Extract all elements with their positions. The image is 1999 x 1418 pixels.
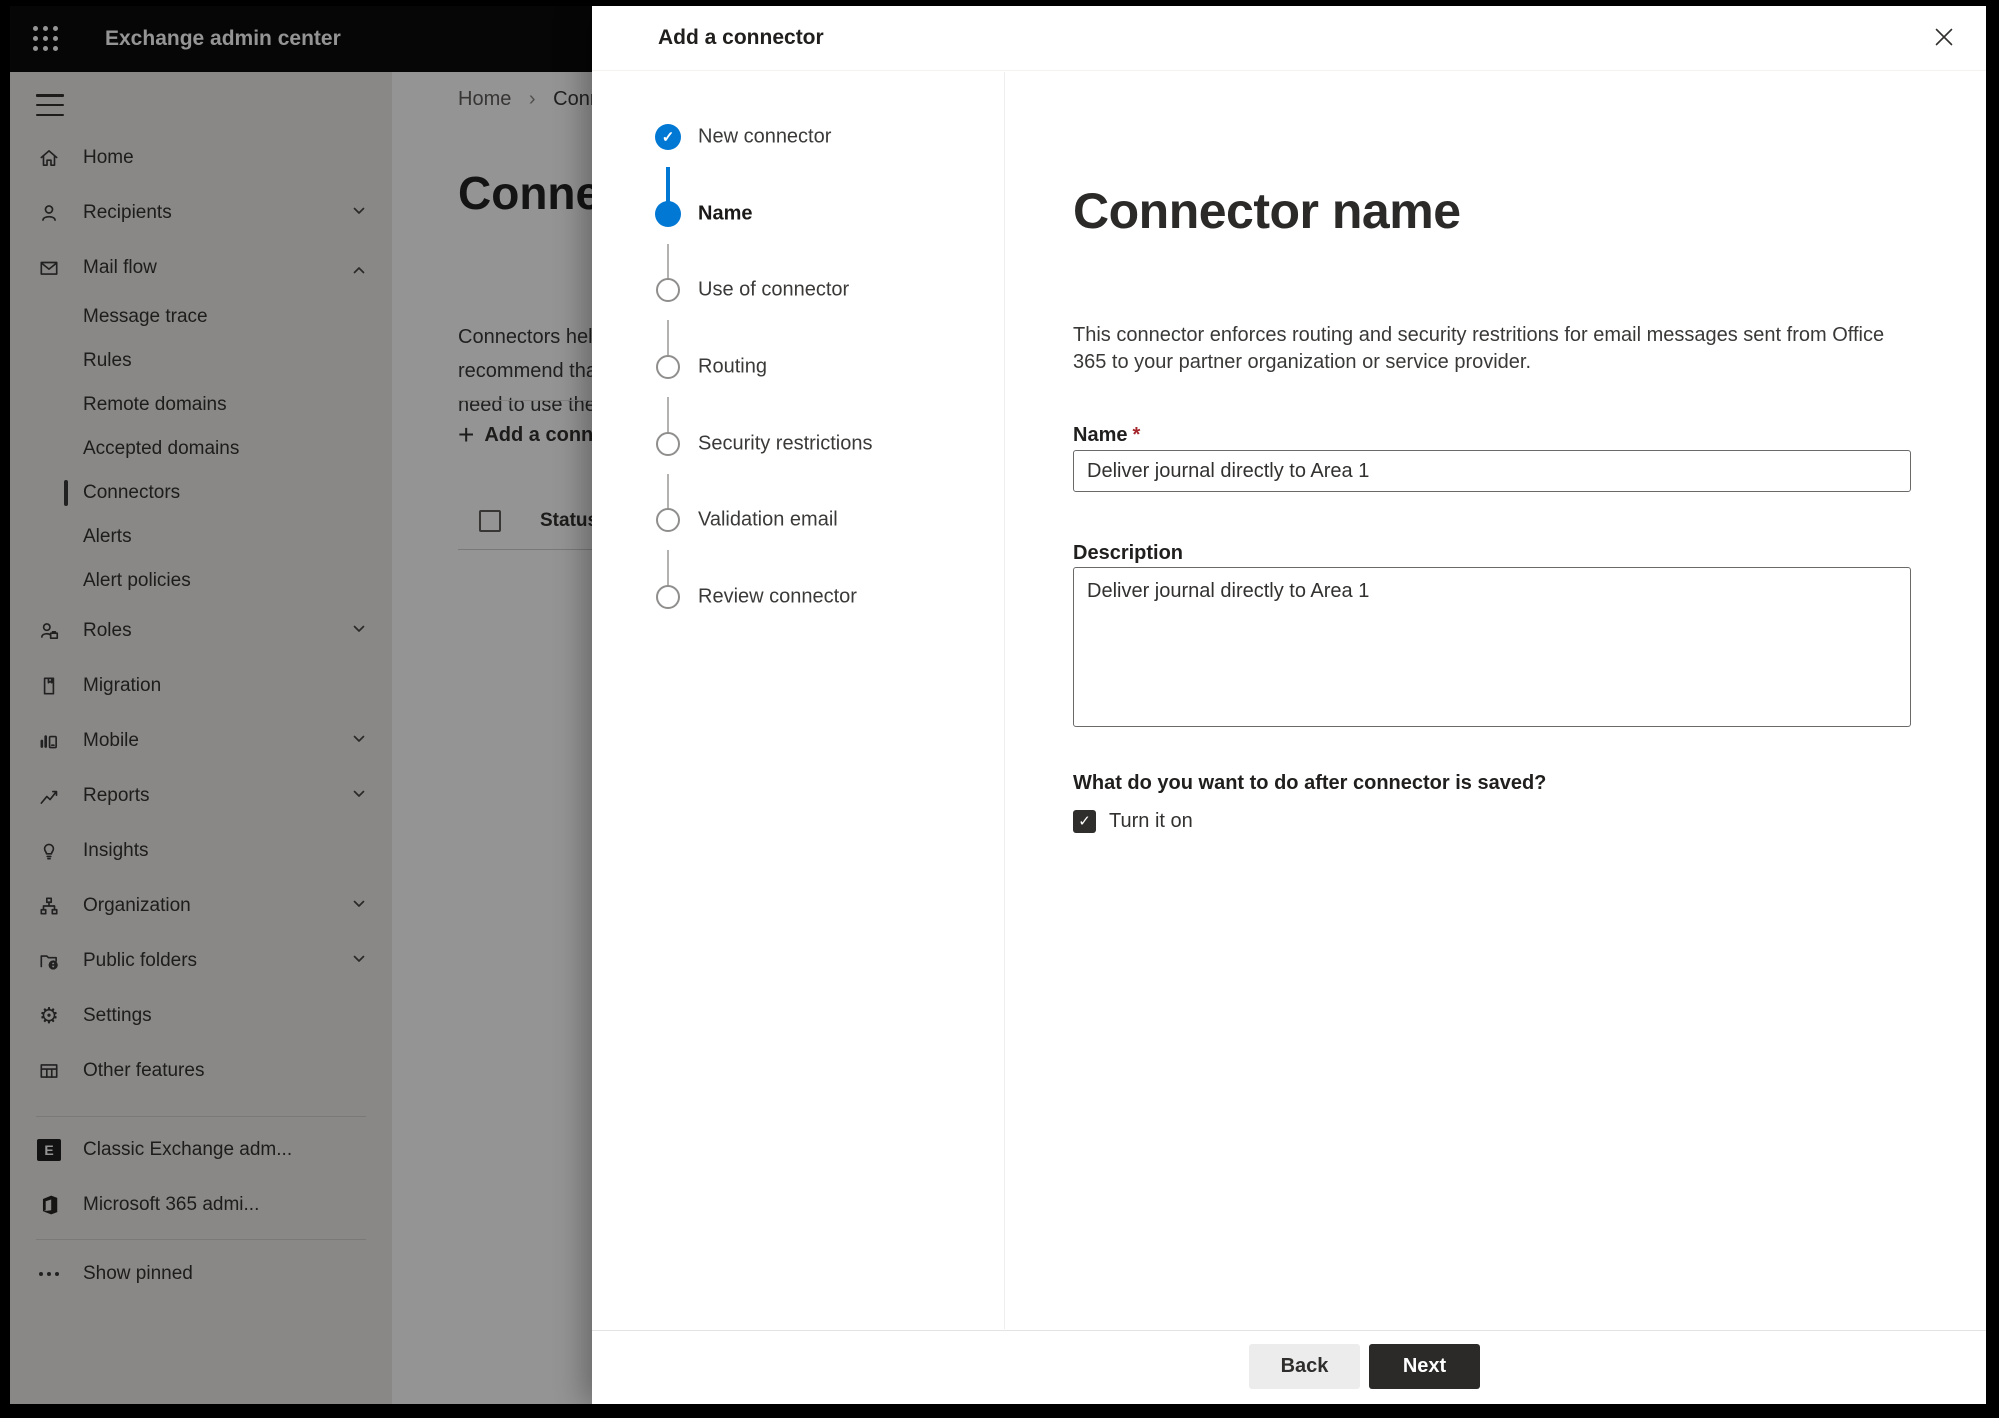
required-asterisk: * — [1132, 424, 1141, 446]
dialog-footer: Back Next — [592, 1330, 1986, 1404]
dialog-header: Add a connector — [592, 6, 1986, 71]
step-completed-icon: ✓ — [655, 124, 681, 150]
step-label: Name — [698, 202, 753, 225]
screen: Exchange admin center Home Recipients Ma… — [10, 6, 1986, 1404]
back-button[interactable]: Back — [1249, 1344, 1360, 1389]
step-pending-icon — [656, 508, 680, 532]
description-field-label: Description — [1073, 542, 1184, 564]
close-button[interactable] — [1924, 18, 1964, 58]
step-label: Use of connector — [698, 278, 850, 301]
step-label: Routing — [698, 355, 767, 378]
dialog-content: Connector name This connector enforces r… — [1005, 72, 1986, 1329]
description-textarea[interactable]: Deliver journal directly to Area 1 — [1073, 567, 1911, 727]
turn-it-on-label: Turn it on — [1109, 809, 1193, 832]
name-input[interactable] — [1073, 450, 1911, 492]
turn-it-on-checkbox[interactable]: ✓ — [1073, 809, 1096, 833]
name-field-label: Name * — [1073, 424, 1141, 446]
step-pending-icon — [656, 278, 680, 302]
step-label: Security restrictions — [698, 432, 873, 455]
dialog-title: Add a connector — [658, 26, 824, 49]
turn-it-on-checkbox-row[interactable]: ✓ Turn it on — [1073, 808, 1193, 834]
step-pending-icon — [656, 585, 680, 609]
close-icon — [1933, 26, 1955, 51]
connector-name-heading: Connector name — [1073, 183, 1461, 239]
step-label: Review connector — [698, 585, 857, 608]
dialog-body: ✓ New connector Name Use of connector Ro… — [592, 72, 1986, 1329]
after-save-question: What do you want to do after connector i… — [1073, 772, 1547, 794]
step-pending-icon — [656, 432, 680, 456]
check-icon: ✓ — [1078, 813, 1091, 830]
step-label: Validation email — [698, 508, 838, 531]
next-button[interactable]: Next — [1369, 1344, 1480, 1389]
step-label: New connector — [698, 125, 832, 148]
add-connector-dialog: Add a connector ✓ New connector Name Use… — [592, 6, 1986, 1404]
connector-description-text: This connector enforces routing and secu… — [1073, 324, 1885, 373]
step-active-icon — [655, 201, 681, 227]
wizard-stepper: ✓ New connector Name Use of connector Ro… — [592, 72, 1005, 1329]
step-pending-icon — [656, 355, 680, 379]
